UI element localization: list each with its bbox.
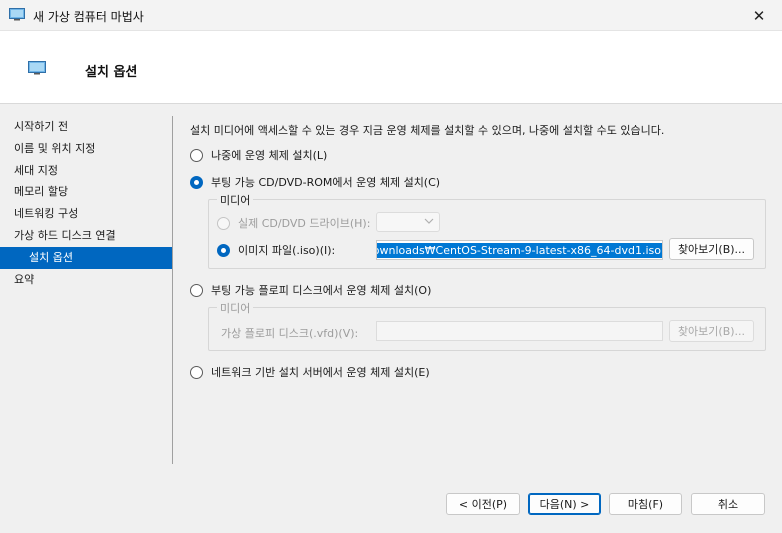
page-title: 설치 옵션 (85, 65, 138, 80)
physical-drive-select[interactable] (376, 212, 440, 232)
option-physical-drive: 실제 CD/DVD 드라이브(H): (217, 215, 370, 231)
next-button[interactable]: 다음(N) > (528, 493, 601, 515)
option-install-network-label: 네트워크 기반 설치 서버에서 운영 체제 설치(E) (211, 366, 430, 379)
vm-monitor-icon (28, 61, 46, 75)
cd-media-group-label: 미디어 (217, 192, 254, 208)
image-file-label: 이미지 파일(.iso)(I): (238, 244, 336, 257)
page-header: 설치 옵션 (0, 31, 782, 104)
option-image-file[interactable]: 이미지 파일(.iso)(I): (217, 242, 335, 258)
radio-install-later[interactable] (190, 148, 203, 162)
step-summary[interactable]: 요약 (0, 269, 172, 291)
nav-divider (172, 116, 173, 464)
vfd-label: 가상 플로피 디스크(.vfd)(V): (221, 327, 359, 340)
floppy-media-group: 미디어 가상 플로피 디스크(.vfd)(V): 찾아보기(B)... (208, 300, 766, 351)
radio-install-cd[interactable] (190, 175, 203, 189)
close-button[interactable]: ✕ (736, 0, 782, 31)
step-networking[interactable]: 네트워킹 구성 (0, 203, 172, 225)
option-install-later-label: 나중에 운영 체제 설치(L) (211, 149, 328, 162)
radio-image-file[interactable] (217, 243, 230, 257)
finish-button[interactable]: 마침(F) (609, 493, 682, 515)
floppy-media-group-label: 미디어 (217, 300, 254, 316)
option-install-cd[interactable]: 부팅 가능 CD/DVD-ROM에서 운영 체제 설치(C) (190, 174, 440, 190)
cancel-button[interactable]: 취소 (691, 493, 765, 515)
step-name-location[interactable]: 이름 및 위치 지정 (0, 138, 172, 160)
vfd-input[interactable] (376, 321, 663, 341)
image-file-input[interactable]: ti₩Downloads₩CentOS-Stream-9-latest-x86_… (376, 240, 663, 260)
radio-install-floppy[interactable] (190, 283, 203, 297)
installation-options-panel: 설치 미디어에 액세스할 수 있는 경우 지금 운영 체제를 설치할 수 있으며… (174, 104, 782, 476)
option-install-network[interactable]: 네트워크 기반 설치 서버에서 운영 체제 설치(E) (190, 364, 430, 380)
physical-drive-label: 실제 CD/DVD 드라이브(H): (238, 217, 371, 230)
step-memory[interactable]: 메모리 할당 (0, 181, 172, 203)
close-icon: ✕ (752, 6, 766, 25)
radio-physical-drive[interactable] (217, 216, 230, 230)
vm-monitor-icon (9, 8, 25, 21)
title-bar: 새 가상 컴퓨터 마법사 ✕ (0, 0, 782, 31)
previous-button[interactable]: < 이전(P) (446, 493, 520, 515)
image-file-path: ti₩Downloads₩CentOS-Stream-9-latest-x86_… (377, 243, 662, 258)
radio-install-network[interactable] (190, 365, 203, 379)
window-title: 새 가상 컴퓨터 마법사 (33, 10, 144, 24)
step-before-you-begin[interactable]: 시작하기 전 (0, 116, 172, 138)
step-installation-options[interactable]: 설치 옵션 (0, 247, 172, 269)
option-install-floppy-label: 부팅 가능 플로피 디스크에서 운영 체제 설치(O) (211, 284, 432, 297)
browse-vfd-button[interactable]: 찾아보기(B)... (669, 320, 754, 342)
step-generation[interactable]: 세대 지정 (0, 160, 172, 182)
step-virtual-disk[interactable]: 가상 하드 디스크 연결 (0, 225, 172, 247)
chevron-down-icon (424, 216, 434, 229)
option-install-later[interactable]: 나중에 운영 체제 설치(L) (190, 147, 327, 163)
option-install-cd-label: 부팅 가능 CD/DVD-ROM에서 운영 체제 설치(C) (211, 176, 441, 189)
browse-image-button[interactable]: 찾아보기(B)... (669, 238, 754, 260)
option-install-floppy[interactable]: 부팅 가능 플로피 디스크에서 운영 체제 설치(O) (190, 282, 431, 298)
cd-media-group: 미디어 실제 CD/DVD 드라이브(H): 이미지 파일(.iso)(I): … (208, 192, 766, 269)
instruction-text: 설치 미디어에 액세스할 수 있는 경우 지금 운영 체제를 설치할 수 있으며… (190, 124, 665, 137)
